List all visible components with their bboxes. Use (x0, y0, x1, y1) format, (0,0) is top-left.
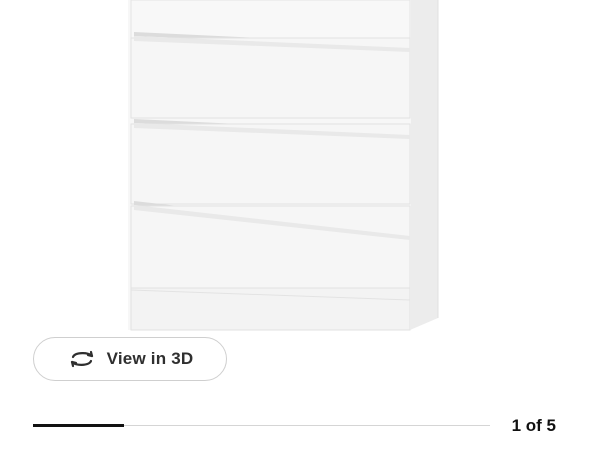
product-image-viewer: View in 3D 1 of 5 (0, 0, 600, 450)
dresser-side-panel (410, 0, 438, 330)
image-progress-fill (33, 424, 124, 427)
dresser-plinth (130, 287, 411, 331)
image-progress-track[interactable] (33, 424, 490, 427)
drawer-3 (130, 119, 411, 205)
rotate-3d-icon (67, 349, 97, 369)
drawer-4 (130, 201, 411, 289)
view-in-3d-label: View in 3D (106, 349, 194, 368)
drawer-2 (130, 32, 411, 119)
product-image-dresser[interactable] (0, 0, 600, 345)
view-in-3d-button[interactable]: View in 3D (33, 337, 227, 381)
image-counter: 1 of 5 (511, 416, 556, 435)
